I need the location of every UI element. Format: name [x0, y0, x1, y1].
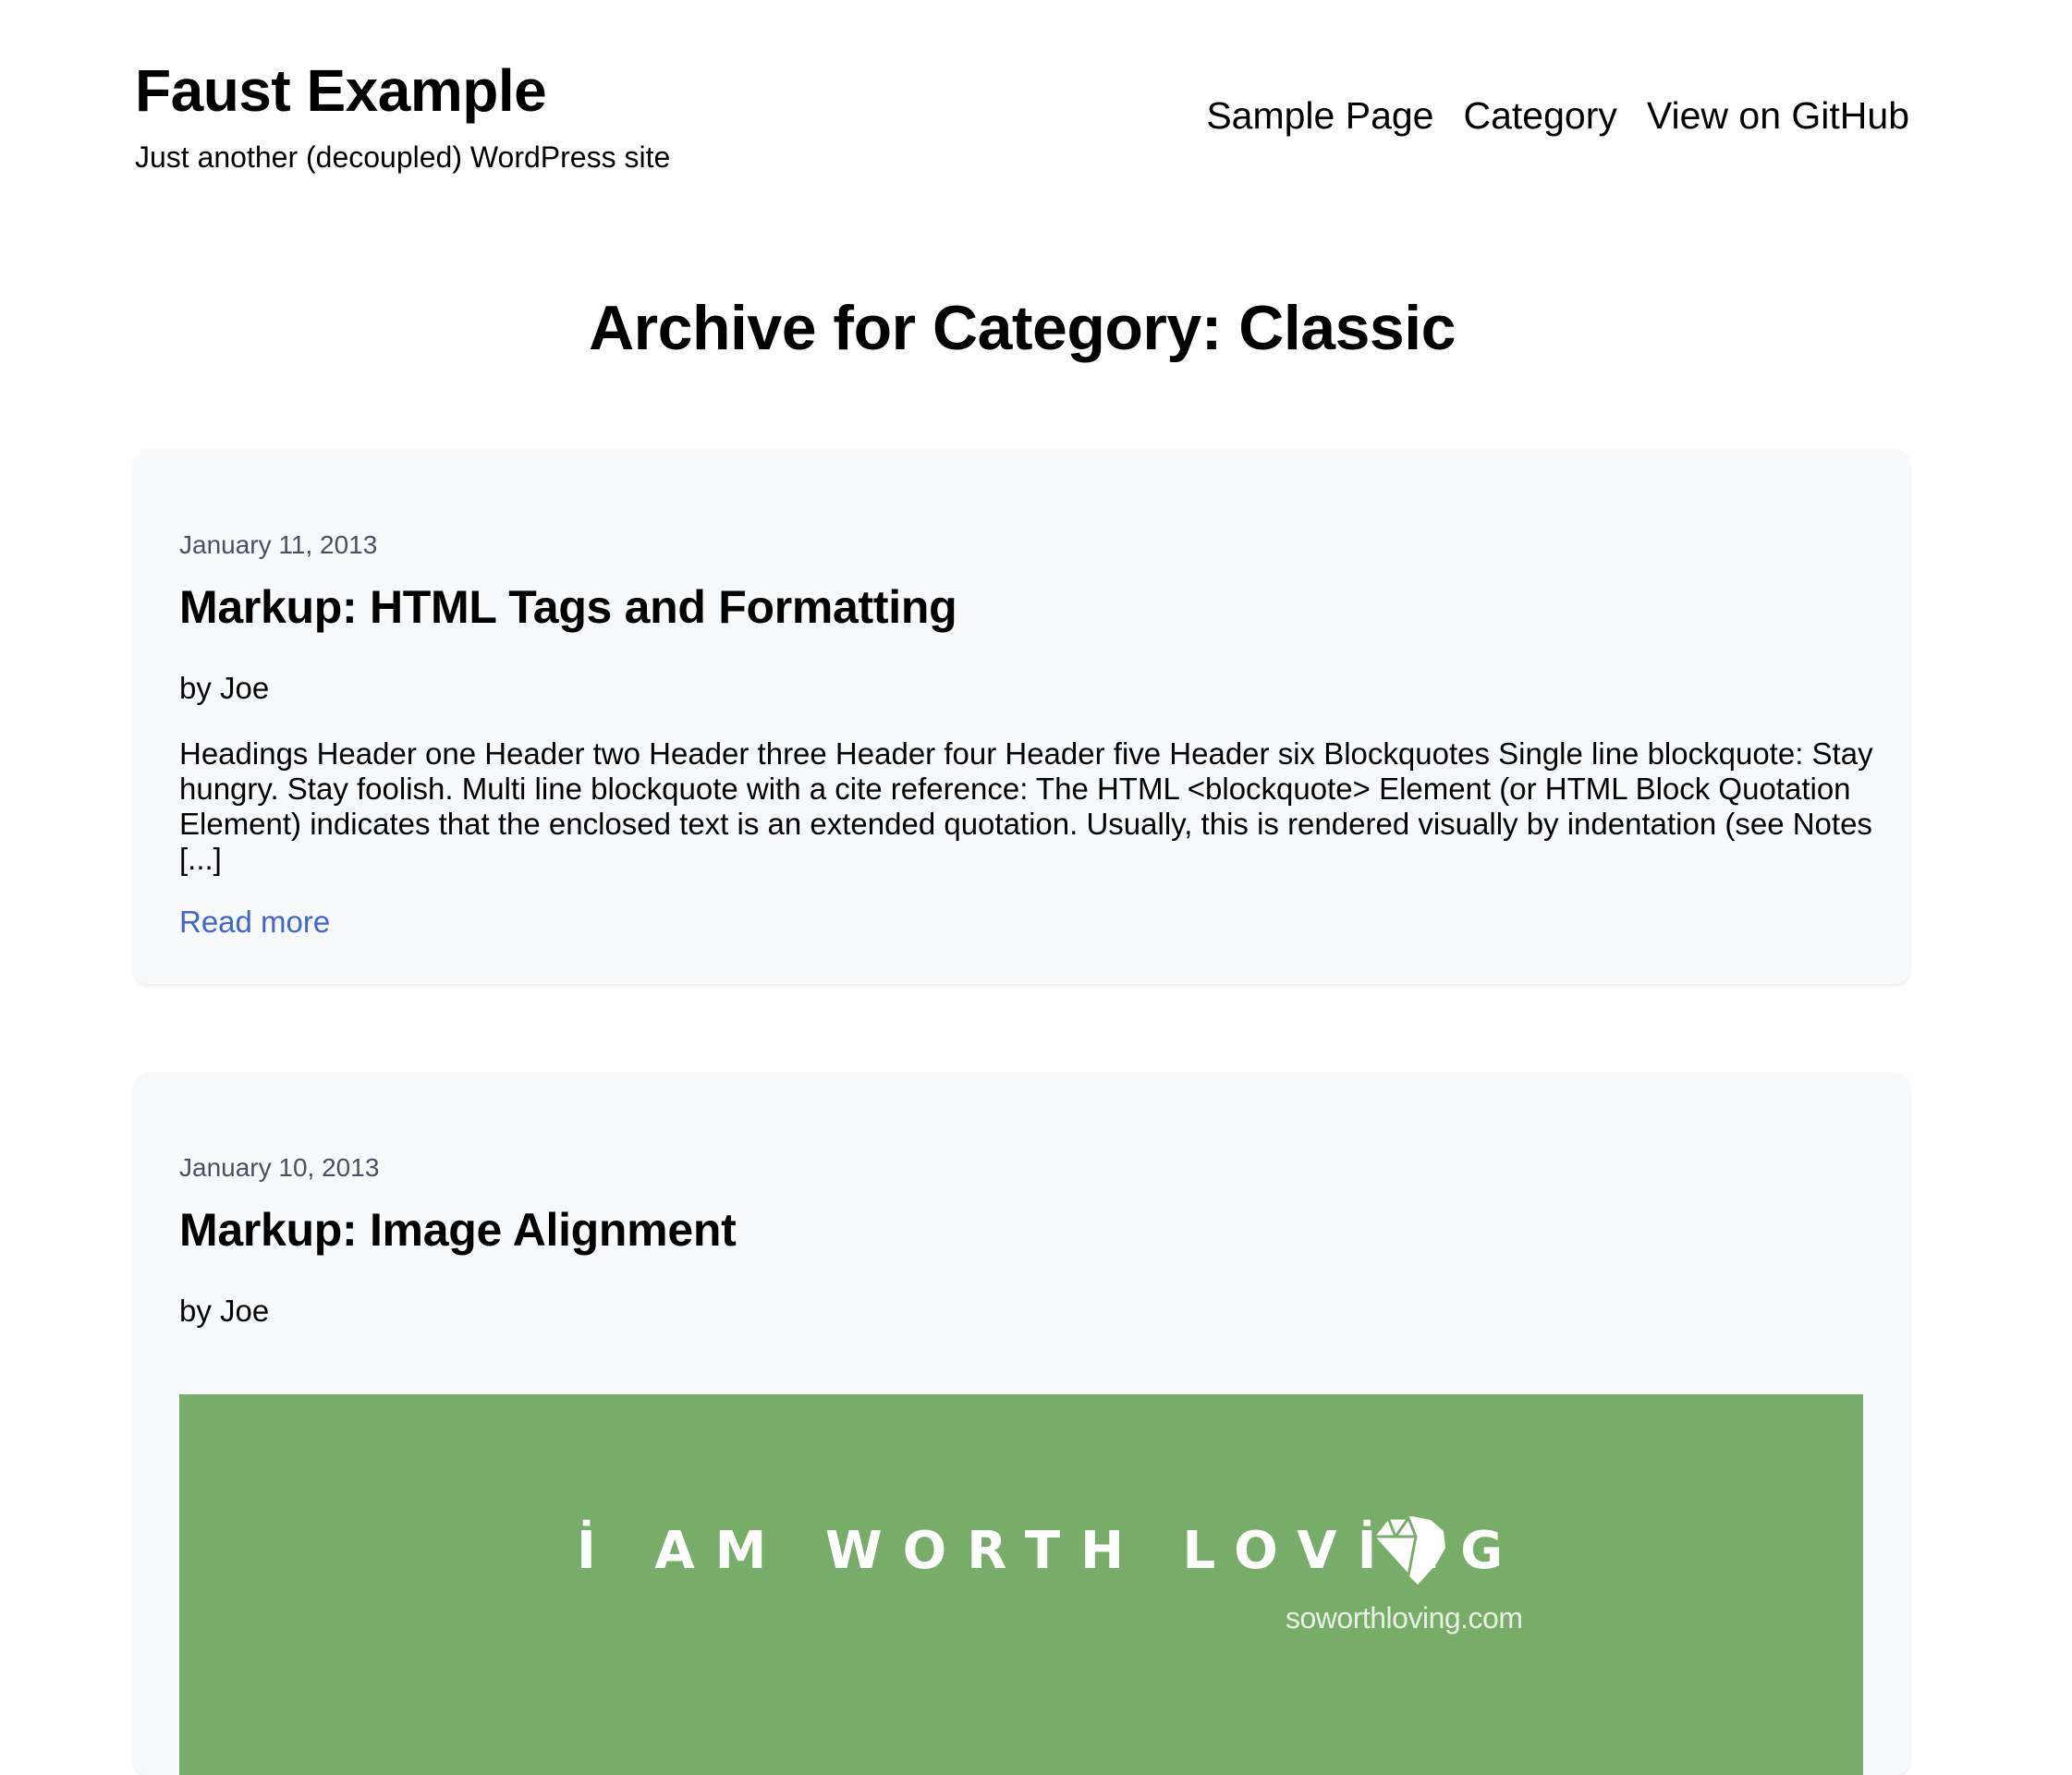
- site-header: Faust Example Just another (decoupled) W…: [135, 55, 1909, 185]
- primary-nav: Sample Page Category View on GitHub: [1206, 92, 1909, 139]
- featured-image[interactable]: İ AM WORTH LOVİNG soworthloving.com: [179, 1394, 1863, 1775]
- post-card: January 10, 2013 Markup: Image Alignment…: [135, 1073, 1909, 1775]
- post-date: January 11, 2013: [179, 530, 378, 559]
- nav-link-sample-page[interactable]: Sample Page: [1206, 92, 1433, 139]
- post-title[interactable]: Markup: Image Alignment: [179, 1202, 737, 1258]
- post-author: by Joe: [179, 671, 270, 705]
- image-sub-text: soworthloving.com: [1286, 1601, 1523, 1635]
- nav-link-category[interactable]: Category: [1464, 92, 1617, 139]
- post-title[interactable]: Markup: HTML Tags and Formatting: [179, 579, 957, 635]
- post-author: by Joe: [179, 1294, 270, 1328]
- post-date: January 10, 2013: [179, 1153, 380, 1182]
- read-more-link[interactable]: Read more: [179, 904, 330, 941]
- post-card: January 11, 2013 Markup: HTML Tags and F…: [135, 450, 1909, 984]
- nav-link-github[interactable]: View on GitHub: [1647, 92, 1909, 139]
- post-excerpt: Headings Header one Header two Header th…: [179, 736, 1873, 876]
- archive-title: Archive for Category: Classic: [589, 293, 1456, 363]
- site-tagline: Just another (decoupled) WordPress site: [135, 140, 671, 174]
- diamond-heart-icon: [1371, 1516, 1445, 1585]
- site-title[interactable]: Faust Example: [135, 55, 547, 126]
